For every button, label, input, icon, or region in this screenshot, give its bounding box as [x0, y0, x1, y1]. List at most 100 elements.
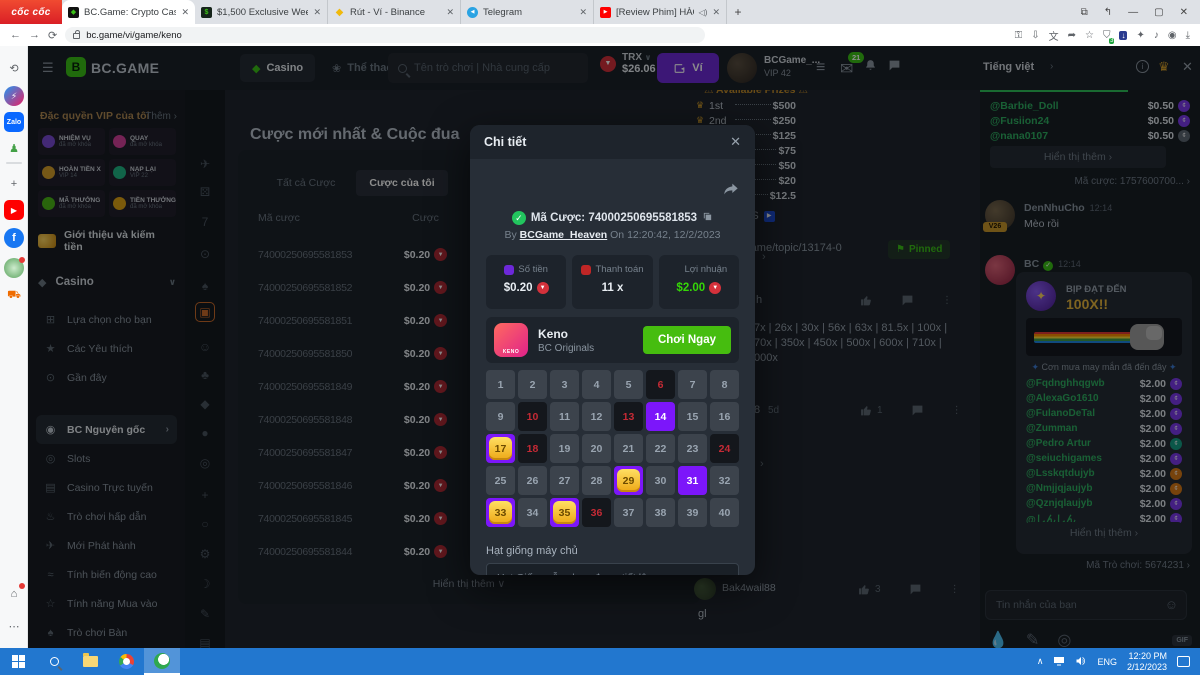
- bet-author-link[interactable]: BCGame_Heaven: [520, 229, 608, 241]
- action-center-icon[interactable]: [1177, 656, 1190, 667]
- facebook-icon[interactable]: f: [4, 228, 24, 248]
- keno-cell[interactable]: 23: [678, 434, 707, 463]
- keno-game-icon[interactable]: KENO: [494, 323, 528, 357]
- tray-chevron-icon[interactable]: ∧: [1037, 656, 1044, 667]
- reader-mode-icon[interactable]: ⧉: [1081, 7, 1088, 18]
- play-now-button[interactable]: Chơi Ngay: [643, 326, 731, 354]
- keno-cell[interactable]: 10: [518, 402, 547, 431]
- browser-tab[interactable]: Rút - Ví - Binance ◁) ✕: [328, 0, 461, 24]
- browser-tab[interactable]: Telegram ◁) ✕: [461, 0, 594, 24]
- url-field[interactable]: bc.game/vi/game/keno: [65, 27, 705, 43]
- keno-cell[interactable]: 2: [518, 370, 547, 399]
- add-shortcut-icon[interactable]: +: [4, 174, 24, 194]
- translate-icon[interactable]: 文: [1049, 28, 1059, 43]
- history-icon[interactable]: ⟲: [4, 58, 24, 78]
- messenger-icon[interactable]: ⚡: [4, 86, 24, 106]
- keno-cell[interactable]: 39: [678, 498, 707, 527]
- language-indicator[interactable]: ENG: [1097, 657, 1117, 667]
- shop-cart-icon[interactable]: ⛟: [4, 286, 24, 306]
- keno-cell[interactable]: 28: [582, 466, 611, 495]
- keno-cell[interactable]: 33: [486, 498, 515, 527]
- tab-close-icon[interactable]: ✕: [446, 7, 454, 18]
- keno-cell[interactable]: 40: [710, 498, 739, 527]
- keno-cell[interactable]: 11: [550, 402, 579, 431]
- keno-cell[interactable]: 17: [486, 434, 515, 463]
- keno-cell[interactable]: 38: [646, 498, 675, 527]
- keno-cell[interactable]: 3: [550, 370, 579, 399]
- tab-close-icon[interactable]: ✕: [579, 7, 587, 18]
- save-page-icon[interactable]: ⇩: [1031, 30, 1039, 41]
- keno-cell[interactable]: 7: [678, 370, 707, 399]
- start-button[interactable]: [0, 648, 36, 675]
- bookmark-star-icon[interactable]: ☆: [1085, 30, 1094, 41]
- notification-bell-icon[interactable]: ⌂: [4, 584, 24, 604]
- keno-cell[interactable]: 31: [678, 466, 707, 495]
- download-manager-icon[interactable]: ↓: [1119, 31, 1127, 40]
- padlock-icon[interactable]: [73, 33, 80, 39]
- zalo-icon[interactable]: Zalo: [4, 112, 24, 132]
- server-seed-field[interactable]: Hạt Giống vẫn chưa được tiết lộ: [486, 563, 739, 575]
- window-minimize[interactable]: —: [1128, 7, 1138, 18]
- restore-tab-icon[interactable]: ↰: [1104, 7, 1112, 18]
- keno-cell[interactable]: 15: [678, 402, 707, 431]
- keno-cell[interactable]: 29: [614, 466, 643, 495]
- extension-icon[interactable]: ✦: [1136, 30, 1144, 41]
- more-options-icon[interactable]: ⋯: [4, 616, 24, 636]
- keno-cell[interactable]: 12: [582, 402, 611, 431]
- network-icon[interactable]: [1053, 655, 1065, 669]
- modal-close-icon[interactable]: ✕: [730, 134, 741, 150]
- keno-cell[interactable]: 13: [614, 402, 643, 431]
- keno-cell[interactable]: 25: [486, 466, 515, 495]
- taskbar-clock[interactable]: 12:20 PM 2/12/2023: [1127, 651, 1167, 673]
- taskbar-search-icon[interactable]: [36, 648, 72, 675]
- keno-cell[interactable]: 1: [486, 370, 515, 399]
- keno-cell[interactable]: 18: [518, 434, 547, 463]
- coccoc-brand[interactable]: cốc cốc: [0, 0, 62, 24]
- browser-tab[interactable]: $1,500 Exclusive Weekend Ke ◁) ✕: [195, 0, 328, 24]
- keno-cell[interactable]: 26: [518, 466, 547, 495]
- share-arrow-icon[interactable]: [723, 181, 739, 202]
- keno-cell[interactable]: 37: [614, 498, 643, 527]
- notes-icon[interactable]: ♪: [1154, 30, 1159, 41]
- sports-ball-icon[interactable]: [4, 258, 24, 278]
- copy-icon[interactable]: [702, 209, 713, 227]
- games-icon[interactable]: ♟: [4, 138, 24, 158]
- keno-cell[interactable]: 16: [710, 402, 739, 431]
- forward-button[interactable]: →: [29, 29, 40, 41]
- keno-cell[interactable]: 21: [614, 434, 643, 463]
- tab-audio-icon[interactable]: ◁): [699, 8, 708, 17]
- keno-cell[interactable]: 8: [710, 370, 739, 399]
- file-explorer-icon[interactable]: [72, 648, 108, 675]
- keno-cell[interactable]: 32: [710, 466, 739, 495]
- reload-button[interactable]: ⟳: [48, 29, 57, 42]
- keno-cell[interactable]: 34: [518, 498, 547, 527]
- keno-cell[interactable]: 9: [486, 402, 515, 431]
- keno-cell[interactable]: 6: [646, 370, 675, 399]
- window-maximize[interactable]: ▢: [1154, 7, 1163, 18]
- coccoc-taskbar-icon[interactable]: [144, 648, 180, 675]
- keno-cell[interactable]: 22: [646, 434, 675, 463]
- keno-cell[interactable]: 14: [646, 402, 675, 431]
- keno-cell[interactable]: 27: [550, 466, 579, 495]
- back-button[interactable]: ←: [10, 29, 21, 41]
- keno-cell[interactable]: 19: [550, 434, 579, 463]
- keno-cell[interactable]: 36: [582, 498, 611, 527]
- game-name[interactable]: Keno: [538, 327, 594, 341]
- window-close[interactable]: ✕: [1180, 7, 1188, 18]
- key-icon[interactable]: ⚿: [1015, 30, 1023, 41]
- browser-tab[interactable]: [Review Phim] HÀO QUA ◁) ✕: [594, 0, 727, 24]
- keno-cell[interactable]: 30: [646, 466, 675, 495]
- keno-cell[interactable]: 4: [582, 370, 611, 399]
- chrome-icon[interactable]: [108, 648, 144, 675]
- downloads-icon[interactable]: ⤓: [1186, 30, 1190, 41]
- keno-cell[interactable]: 20: [582, 434, 611, 463]
- tab-close-icon[interactable]: ✕: [712, 7, 720, 18]
- volume-icon[interactable]: [1075, 655, 1087, 669]
- keno-cell[interactable]: 24: [710, 434, 739, 463]
- youtube-icon[interactable]: ▶: [4, 200, 24, 220]
- tab-close-icon[interactable]: ✕: [181, 7, 189, 18]
- tab-close-icon[interactable]: ✕: [313, 7, 321, 18]
- profile-icon[interactable]: ◉: [1168, 30, 1177, 41]
- share-icon[interactable]: ➦: [1068, 30, 1076, 41]
- keno-cell[interactable]: 35: [550, 498, 579, 527]
